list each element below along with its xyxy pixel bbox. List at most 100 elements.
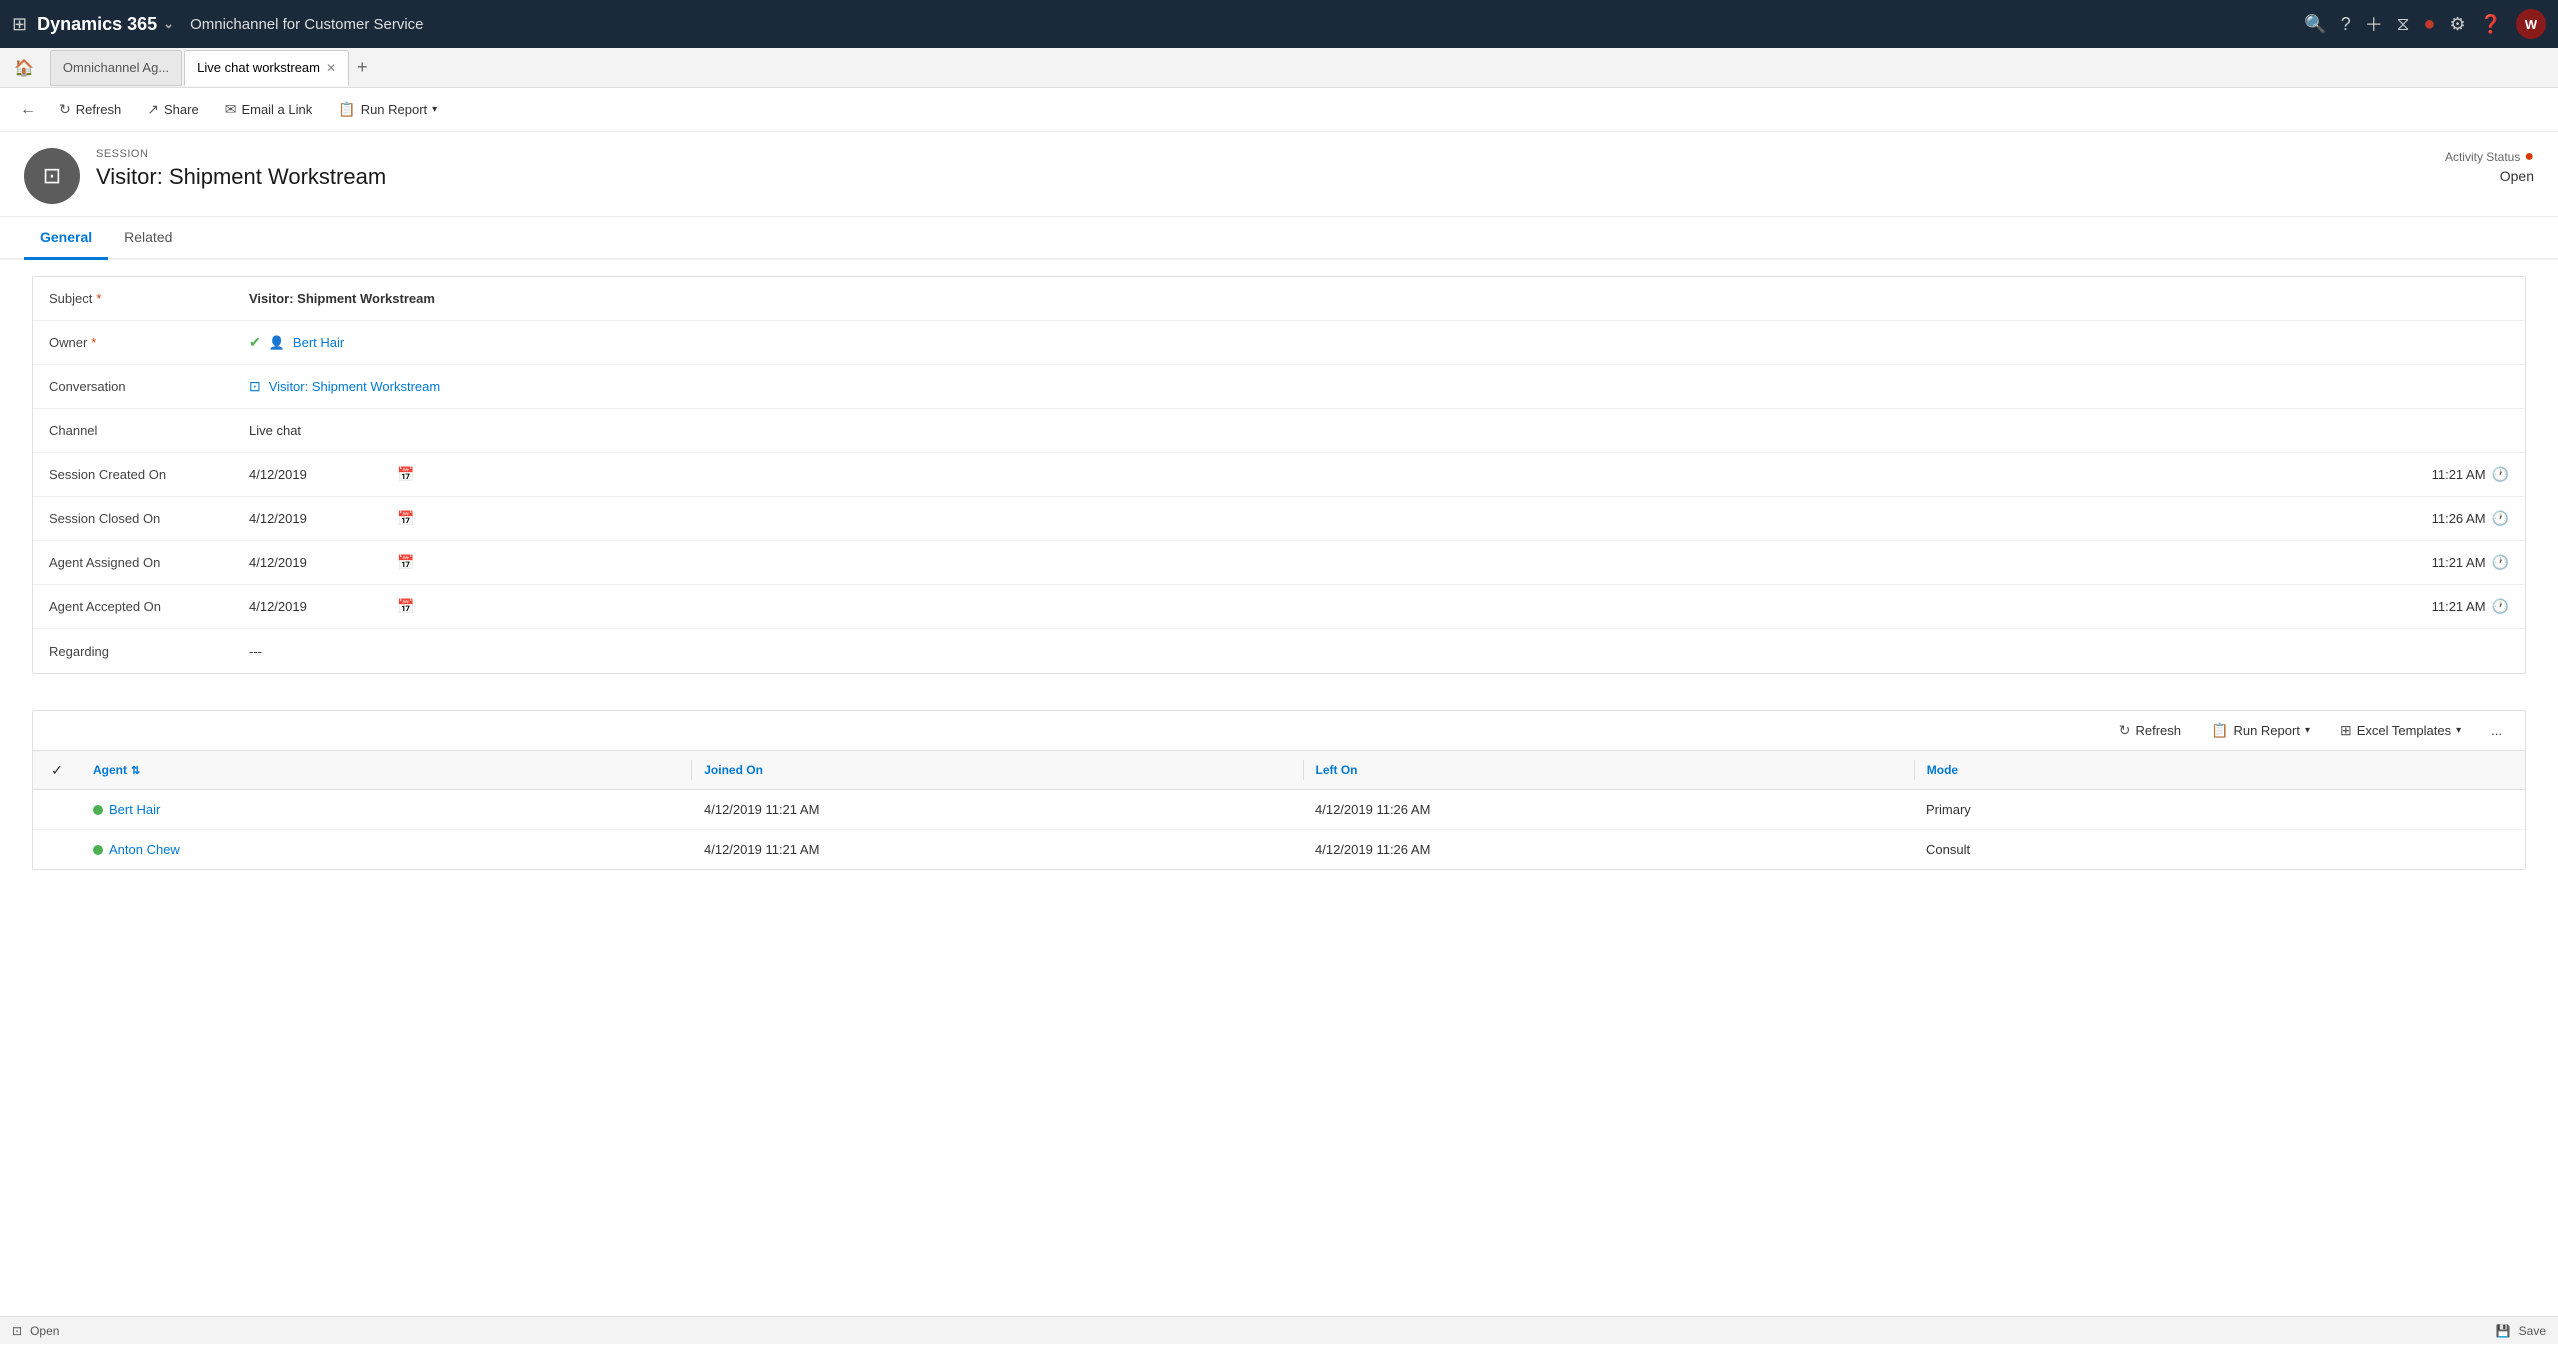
sub-more-label: ... [2491, 723, 2502, 738]
agent-accepted-date[interactable]: 4/12/2019 [249, 599, 389, 614]
session-created-value: 4/12/2019 📅 11:21 AM 🕐 [249, 466, 2509, 483]
table-row: Anton Chew 4/12/2019 11:21 AM 4/12/2019 … [33, 830, 2525, 869]
session-closed-cal-icon[interactable]: 📅 [397, 510, 414, 527]
activity-status-label: Activity Status ● [2445, 148, 2534, 166]
app-title-text: Dynamics 365 [37, 14, 157, 35]
status-bar: ⊡ Open 💾 Save [0, 1316, 2558, 1344]
row1-joined-on: 4/12/2019 11:21 AM [692, 798, 1303, 821]
session-created-clock-icon[interactable]: 🕐 [2492, 466, 2509, 483]
conversation-link[interactable]: Visitor: Shipment Workstream [269, 379, 440, 394]
form-section: Subject * Visitor: Shipment Workstream O… [32, 276, 2526, 674]
form-area: Subject * Visitor: Shipment Workstream O… [0, 260, 2558, 710]
sub-refresh-label: Refresh [2135, 723, 2181, 738]
session-closed-value: 4/12/2019 📅 11:26 AM 🕐 [249, 510, 2509, 527]
activity-status-value: Open [2445, 168, 2534, 184]
run-report-button[interactable]: 📋 Run Report ▾ [327, 96, 448, 123]
row2-left-on: 4/12/2019 11:26 AM [1303, 838, 1914, 861]
run-report-label: Run Report [361, 102, 427, 117]
session-closed-clock-icon[interactable]: 🕐 [2492, 510, 2509, 527]
report-icon: 📋 [338, 101, 355, 118]
row2-agent-link[interactable]: Anton Chew [109, 842, 180, 857]
question-icon[interactable]: ❓ [2480, 14, 2502, 35]
tab-omnichannel[interactable]: Omnichannel Ag... [50, 50, 182, 86]
home-icon[interactable]: 🏠 [8, 54, 40, 82]
add-icon[interactable]: ＋ [2365, 11, 2383, 37]
session-icon: ⊡ [24, 148, 80, 204]
status-dot-icon: ● [2423, 13, 2435, 36]
agent-assigned-cal-icon[interactable]: 📅 [397, 554, 414, 571]
subject-value[interactable]: Visitor: Shipment Workstream [249, 291, 2509, 306]
refresh-icon: ↻ [59, 101, 71, 118]
session-closed-label: Session Closed On [49, 511, 249, 526]
save-label[interactable]: Save [2519, 1324, 2546, 1338]
agent-accepted-time: 11:21 AM 🕐 [2432, 598, 2509, 615]
col-left-on[interactable]: Left On [1304, 757, 1914, 783]
owner-status-icon: ✔ [249, 334, 261, 351]
channel-label: Channel [49, 423, 249, 438]
col-mode[interactable]: Mode [1915, 757, 2525, 783]
status-icon: ⊡ [12, 1324, 22, 1338]
tab-add-button[interactable]: + [351, 55, 374, 80]
sub-table-header: ✓ Agent ⇅ Joined On Left On Mode [33, 751, 2525, 790]
col-check: ✓ [33, 762, 81, 779]
session-closed-date[interactable]: 4/12/2019 [249, 511, 389, 526]
tab-related[interactable]: Related [108, 217, 188, 260]
channel-row: Channel Live chat [33, 409, 2525, 453]
col-agent[interactable]: Agent ⇅ [81, 757, 691, 783]
regarding-value[interactable]: --- [249, 644, 2509, 659]
top-nav: ⊞ Dynamics 365 ⌄ Omnichannel for Custome… [0, 0, 2558, 48]
agent-assigned-date[interactable]: 4/12/2019 [249, 555, 389, 570]
help-icon[interactable]: ? [2341, 14, 2351, 35]
save-icon: 💾 [2496, 1324, 2511, 1338]
sub-excel-button[interactable]: ⊞ Excel Templates ▾ [2329, 717, 2472, 744]
sub-report-icon: 📋 [2211, 722, 2228, 739]
sub-refresh-button[interactable]: ↻ Refresh [2108, 717, 2192, 744]
agent-assigned-clock-icon[interactable]: 🕐 [2492, 554, 2509, 571]
grid-icon[interactable]: ⊞ [12, 14, 27, 35]
user-avatar[interactable]: W [2516, 9, 2546, 39]
conversation-label: Conversation [49, 379, 249, 394]
run-report-caret: ▾ [432, 104, 437, 115]
session-created-time: 11:21 AM 🕐 [2432, 466, 2509, 483]
settings-icon[interactable]: ⚙ [2449, 14, 2465, 35]
app-title-caret[interactable]: ⌄ [163, 16, 174, 32]
tab-live-chat-close[interactable]: ✕ [326, 61, 336, 75]
sub-more-button[interactable]: ... [2480, 718, 2513, 743]
row1-agent-link[interactable]: Bert Hair [109, 802, 160, 817]
session-created-cal-icon[interactable]: 📅 [397, 466, 414, 483]
back-button[interactable]: ← [12, 97, 44, 123]
col-agent-sort-icon: ⇅ [131, 764, 140, 777]
sub-refresh-icon: ↻ [2119, 722, 2131, 739]
regarding-label: Regarding [49, 644, 249, 659]
table-row: Bert Hair 4/12/2019 11:21 AM 4/12/2019 1… [33, 790, 2525, 830]
agent-accepted-clock-icon[interactable]: 🕐 [2492, 598, 2509, 615]
session-closed-time: 11:26 AM 🕐 [2432, 510, 2509, 527]
row2-mode: Consult [1914, 838, 2525, 861]
owner-link[interactable]: Bert Hair [293, 335, 344, 350]
agent-accepted-cal-icon[interactable]: 📅 [397, 598, 414, 615]
search-icon[interactable]: 🔍 [2304, 14, 2326, 35]
col-joined-on[interactable]: Joined On [692, 757, 1302, 783]
session-closed-row: Session Closed On 4/12/2019 📅 11:26 AM 🕐 [33, 497, 2525, 541]
tab-live-chat[interactable]: Live chat workstream ✕ [184, 50, 349, 86]
agent-accepted-row: Agent Accepted On 4/12/2019 📅 11:21 AM 🕐 [33, 585, 2525, 629]
row1-status-dot [93, 805, 103, 815]
page-header-info: SESSION Visitor: Shipment Workstream [96, 148, 386, 190]
share-button[interactable]: ↗ Share [136, 96, 209, 123]
session-created-date[interactable]: 4/12/2019 [249, 467, 389, 482]
owner-person-icon: 👤 [269, 335, 285, 351]
tab-general[interactable]: General [24, 217, 108, 260]
page-header-status: Activity Status ● Open [2445, 148, 2534, 184]
agent-assigned-row: Agent Assigned On 4/12/2019 📅 11:21 AM 🕐 [33, 541, 2525, 585]
email-icon: ✉ [225, 101, 237, 118]
row2-joined-on: 4/12/2019 11:21 AM [692, 838, 1303, 861]
owner-row: Owner * ✔ 👤 Bert Hair [33, 321, 2525, 365]
email-link-button[interactable]: ✉ Email a Link [214, 96, 324, 123]
tab-bar: 🏠 Omnichannel Ag... Live chat workstream… [0, 48, 2558, 88]
sub-excel-label: Excel Templates [2357, 723, 2451, 738]
filter-icon[interactable]: ⧖ [2397, 14, 2410, 35]
sub-run-report-button[interactable]: 📋 Run Report ▾ [2200, 717, 2321, 744]
row1-left-on: 4/12/2019 11:26 AM [1303, 798, 1914, 821]
agent-assigned-time: 11:21 AM 🕐 [2432, 554, 2509, 571]
refresh-button[interactable]: ↻ Refresh [48, 96, 132, 123]
